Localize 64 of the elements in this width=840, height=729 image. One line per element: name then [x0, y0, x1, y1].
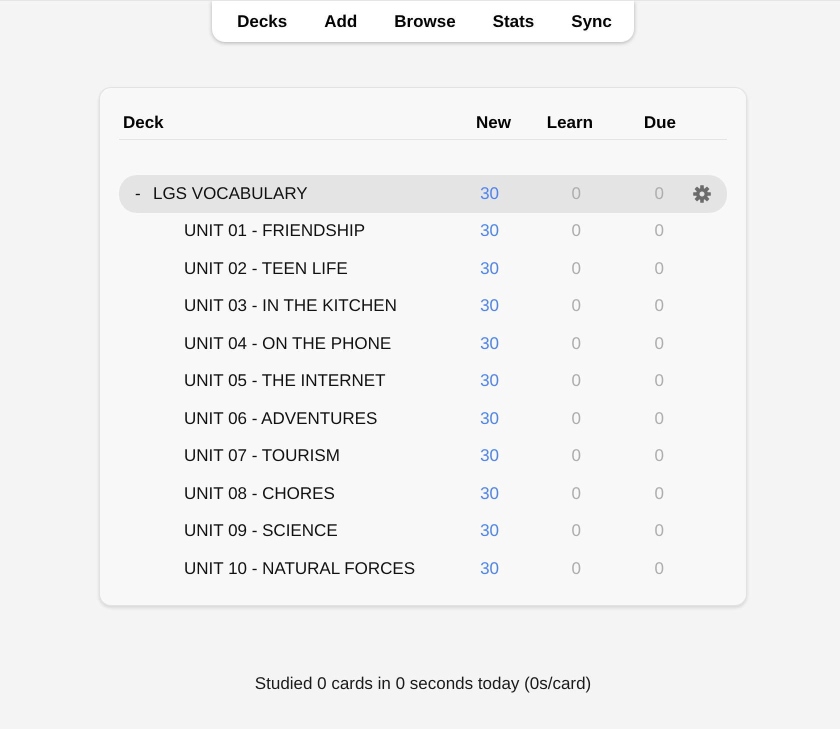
due-count: 0 [654, 484, 665, 504]
deck-name-link[interactable]: LGS VOCABULARY [153, 184, 308, 204]
learn-count: 0 [572, 258, 582, 279]
new-count: 30 [480, 258, 500, 279]
deck-row[interactable]: UNIT 04 - ON THE PHONE 30 0 0 [119, 325, 727, 362]
deck-name-link[interactable]: UNIT 04 - ON THE PHONE [184, 334, 392, 354]
deck-row[interactable]: UNIT 08 - CHORES 30 0 0 [119, 475, 727, 512]
column-header: Learn [546, 113, 593, 133]
toolbar-button[interactable]: Decks [237, 12, 288, 32]
due-count: 0 [654, 334, 665, 354]
new-count: 30 [480, 221, 500, 242]
new-count: 30 [480, 371, 500, 392]
due-count: 0 [654, 258, 665, 279]
deck-row[interactable]: UNIT 09 - SCIENCE 30 0 0 [119, 512, 727, 550]
due-count: 0 [654, 371, 665, 392]
learn-count: 0 [572, 446, 582, 466]
due-count: 0 [654, 558, 665, 579]
new-count: 30 [480, 296, 500, 316]
learn-count: 0 [572, 221, 582, 242]
deck-name-link[interactable]: UNIT 03 - IN THE KITCHEN [184, 296, 397, 316]
learn-count: 0 [572, 521, 582, 542]
learn-count: 0 [572, 296, 582, 316]
deck-name-link[interactable]: UNIT 09 - SCIENCE [184, 521, 338, 542]
deck-name-link[interactable]: UNIT 07 - TOURISM [184, 446, 340, 466]
deck-name-link[interactable]: UNIT 05 - THE INTERNET [184, 371, 386, 392]
new-count: 30 [480, 558, 500, 579]
toolbar-button[interactable]: Stats [492, 12, 534, 32]
column-header: Due [644, 113, 676, 133]
new-count: 30 [480, 446, 500, 466]
toolbar-button[interactable]: Browse [394, 12, 456, 32]
due-count: 0 [654, 221, 665, 242]
toolbar-button[interactable]: Sync [571, 12, 612, 32]
learn-count: 0 [572, 408, 582, 429]
column-header: Deck [122, 113, 165, 133]
gear-icon[interactable] [692, 184, 710, 203]
new-count: 30 [480, 521, 500, 542]
new-count: 30 [480, 184, 500, 204]
due-count: 0 [654, 521, 665, 542]
collapse-toggle[interactable]: - [135, 184, 141, 203]
deck-name-link[interactable]: UNIT 02 - TEEN LIFE [184, 258, 348, 279]
deck-row[interactable]: UNIT 02 - TEEN LIFE 30 0 0 [119, 250, 727, 288]
deck-row[interactable]: UNIT 05 - THE INTERNET 30 0 0 [119, 362, 727, 400]
deck-name-link[interactable]: UNIT 01 - FRIENDSHIP [184, 221, 366, 242]
deck-name-link[interactable]: UNIT 08 - CHORES [184, 484, 335, 504]
new-count: 30 [480, 408, 500, 429]
deck-name-link[interactable]: UNIT 06 - ADVENTURES [184, 408, 378, 429]
study-summary-text: Studied 0 cards in 0 seconds today (0s/card) [254, 674, 592, 692]
deck-row[interactable]: UNIT 03 - IN THE KITCHEN 30 0 0 [119, 288, 727, 325]
deck-row[interactable]: UNIT 10 - NATURAL FORCES 30 0 0 [119, 550, 727, 588]
deck-row[interactable]: UNIT 06 - ADVENTURES 30 0 0 [119, 400, 727, 438]
new-count: 30 [480, 334, 500, 354]
column-header: New [476, 113, 511, 133]
learn-count: 0 [572, 334, 582, 354]
due-count: 0 [654, 296, 665, 316]
toolbar-button[interactable]: Add [324, 12, 358, 32]
learn-count: 0 [572, 558, 582, 579]
learn-count: 0 [572, 484, 582, 504]
learn-count: 0 [572, 371, 582, 392]
due-count: 0 [654, 446, 665, 466]
deck-row[interactable]: UNIT 01 - FRIENDSHIP 30 0 0 [119, 212, 727, 250]
new-count: 30 [480, 484, 500, 504]
deck-name-link[interactable]: UNIT 10 - NATURAL FORCES [184, 558, 416, 579]
deck-row[interactable]: UNIT 07 - TOURISM 30 0 0 [119, 438, 727, 475]
due-count: 0 [654, 408, 665, 429]
